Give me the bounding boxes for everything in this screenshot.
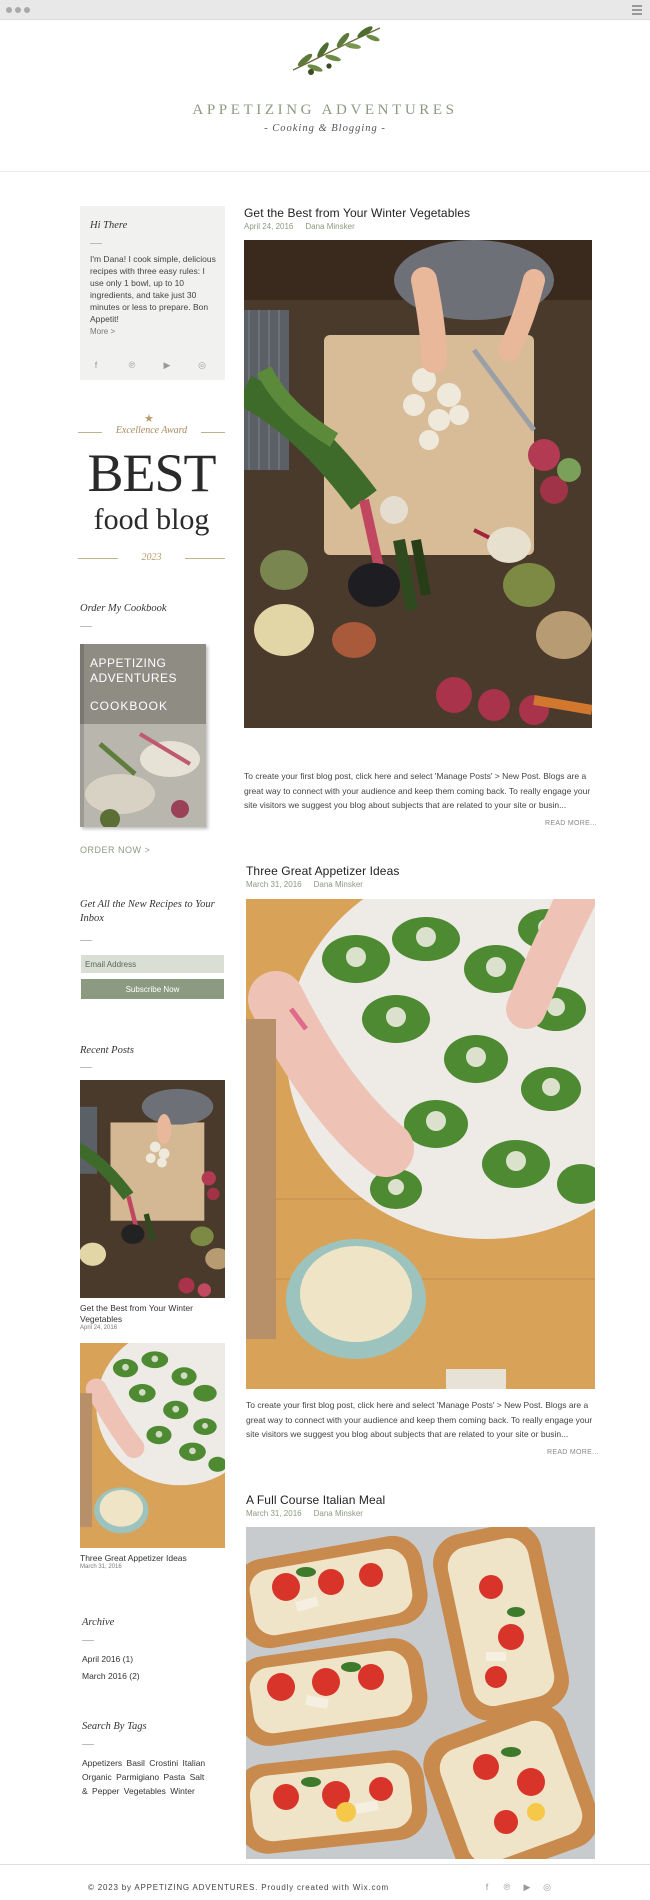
archive-divider	[82, 1640, 94, 1641]
social-icons: f ℗ ▶ ◎	[80, 360, 225, 372]
subscribe-button[interactable]: Subscribe Now	[81, 979, 224, 999]
post-date: March 31, 2016	[246, 880, 302, 889]
recent-post-image[interactable]	[80, 1343, 225, 1548]
archive-list: April 2016 (1) March 2016 (2)	[82, 1651, 140, 1685]
star-icon: ★	[144, 413, 154, 425]
about-title: Hi There	[90, 220, 128, 231]
post-meta: April 24, 2016 Dana Minsker	[244, 222, 367, 231]
post-date: March 31, 2016	[246, 1509, 302, 1518]
post-image[interactable]	[244, 240, 592, 728]
recent-posts-divider	[80, 1067, 92, 1068]
newsletter-title: Get All the New Recipes to Your Inbox	[80, 899, 215, 924]
facebook-icon[interactable]: f	[482, 1882, 492, 1892]
email-field[interactable]	[81, 955, 224, 973]
archive-item[interactable]: April 2016 (1)	[82, 1651, 140, 1668]
hamburger-menu-icon[interactable]	[632, 5, 642, 15]
about-text: I'm Dana! I cook simple, delicious recip…	[90, 254, 216, 324]
tags-title: Search By Tags	[82, 1721, 147, 1732]
olive-branch-logo-icon	[292, 26, 381, 75]
recent-post-date: March 31, 2016	[80, 1564, 122, 1570]
recent-post-image[interactable]	[80, 1080, 225, 1298]
cookbook-cover-subtitle: COOKBOOK	[90, 699, 169, 713]
pinterest-icon[interactable]: ℗	[502, 1882, 512, 1892]
post-meta: March 31, 2016 Dana Minsker	[246, 880, 375, 889]
recent-post-title[interactable]: Three Great Appetizer Ideas	[80, 1553, 187, 1563]
recent-post-title[interactable]: Get the Best from Your Winter Vegetables	[80, 1303, 220, 1325]
site-title[interactable]: APPETIZING ADVENTURES	[0, 102, 650, 119]
tag-list[interactable]: Appetizers Basil Crostini Italian Organi…	[82, 1756, 212, 1798]
post-author[interactable]: Dana Minsker	[314, 880, 363, 889]
post-title[interactable]: Three Great Appetizer Ideas	[246, 864, 399, 878]
facebook-icon[interactable]: f	[91, 360, 101, 370]
cookbook-cover-title: APPETIZING ADVENTURES	[90, 656, 178, 685]
newsletter-divider	[80, 940, 92, 941]
cookbook-title: Order My Cookbook	[80, 603, 167, 614]
footer-social-icons: f ℗ ▶ ◎	[480, 1882, 560, 1894]
award-food-blog: food blog	[93, 503, 210, 536]
recent-post-date: April 24, 2016	[80, 1325, 118, 1331]
award-year: 2023	[141, 552, 162, 563]
cookbook-cover[interactable]: APPETIZING ADVENTURES COOKBOOK	[80, 644, 206, 827]
youtube-icon[interactable]: ▶	[522, 1882, 532, 1892]
footer-divider	[0, 1864, 650, 1865]
post-author[interactable]: Dana Minsker	[305, 222, 354, 231]
recent-posts-title: Recent Posts	[80, 1045, 134, 1056]
archive-item[interactable]: March 2016 (2)	[82, 1668, 140, 1685]
post-author[interactable]: Dana Minsker	[314, 1509, 363, 1518]
post-image[interactable]	[246, 899, 595, 1389]
post-meta: March 31, 2016 Dana Minsker	[246, 1509, 375, 1518]
order-now-link[interactable]: ORDER NOW >	[80, 845, 150, 855]
about-more-link[interactable]: More >	[90, 327, 115, 336]
instagram-icon[interactable]: ◎	[542, 1882, 552, 1892]
youtube-icon[interactable]: ▶	[162, 360, 172, 370]
archive-title: Archive	[82, 1617, 115, 1628]
post-title[interactable]: A Full Course Italian Meal	[246, 1493, 385, 1507]
window-dot-icon	[6, 7, 12, 13]
read-more-link[interactable]: READ MORE...	[545, 820, 597, 827]
post-date: April 24, 2016	[244, 222, 294, 231]
footer-copyright: © 2023 by APPETIZING ADVENTURES. Proudly…	[88, 1883, 389, 1892]
tags-divider	[82, 1744, 94, 1745]
cookbook-divider	[80, 626, 92, 627]
award-best: BEST	[87, 443, 216, 503]
award-label: Excellence Award	[115, 425, 188, 436]
pinterest-icon[interactable]: ℗	[127, 360, 137, 370]
read-more-link[interactable]: READ MORE...	[547, 1449, 599, 1456]
header-divider	[0, 171, 650, 172]
excellence-award-badge: ★ Excellence Award BEST food blog 2023	[78, 412, 225, 568]
instagram-icon[interactable]: ◎	[197, 360, 207, 370]
post-image[interactable]	[246, 1527, 595, 1859]
post-excerpt: To create your first blog post, click he…	[246, 1400, 593, 1439]
site-tagline: - Cooking & Blogging -	[264, 123, 386, 134]
about-divider	[90, 243, 102, 244]
post-title[interactable]: Get the Best from Your Winter Vegetables	[244, 206, 470, 220]
about-box: Hi There I'm Dana! I cook simple, delici…	[80, 206, 225, 380]
window-dot-icon	[15, 7, 21, 13]
browser-chrome	[0, 0, 650, 20]
post-excerpt: To create your first blog post, click he…	[244, 771, 591, 810]
window-dot-icon	[24, 7, 30, 13]
